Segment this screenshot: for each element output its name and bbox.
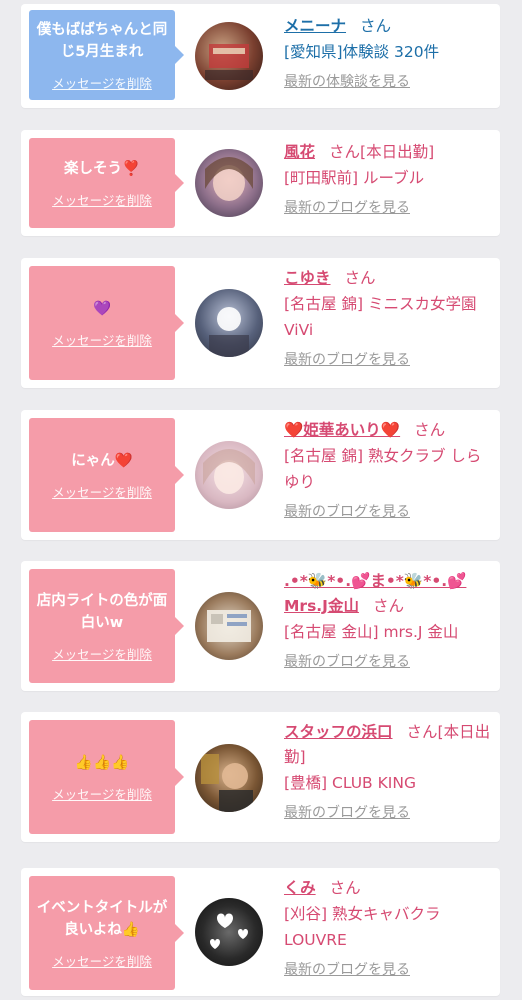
user-name-link[interactable]: スタッフの浜口 [284,723,393,741]
message-bubble: 👍👍👍 メッセージを削除 [29,720,184,834]
message-text: にゃん❤️ [71,452,133,469]
avatar-photo-icon [201,754,253,812]
honorific: さん [360,17,392,35]
avatar[interactable] [195,592,263,660]
avatar[interactable] [195,22,263,90]
avatar-photo-icon [210,913,248,949]
honorific: さん [329,879,361,897]
avatar[interactable] [195,898,263,966]
message-card: 僕もばばちゃんと同じ5月生まれ メッセージを削除 メニーナ さん [愛知県]体験談… [21,4,500,108]
latest-link[interactable]: 最新のブログを見る [284,349,492,369]
honorific: さん [414,421,446,439]
shop-info: [名古屋 金山] mrs.J 金山 [284,623,459,641]
message-bubble: 店内ライトの色が面白いw メッセージを削除 [29,569,184,683]
avatar-photo-icon [203,449,255,494]
user-name-link[interactable]: ❤️姫華あいり❤️ [284,421,400,439]
message-text: 👍👍👍 [74,754,130,771]
avatar[interactable] [195,441,263,509]
message-bubble: 💜 メッセージを削除 [29,266,184,380]
avatar-photo-icon [205,44,253,80]
avatar[interactable] [195,744,263,812]
avatar-photo-icon [205,157,253,201]
user-name-link[interactable]: 風花 [284,143,315,161]
message-text: イベントタイトルが良いよね👍 [36,899,168,938]
message-card: にゃん❤️ メッセージを削除 ❤️姫華あいり❤️ さん [名古屋 錦] 熟女クラブ… [21,410,500,540]
message-card: イベントタイトルが良いよね👍 メッセージを削除 くみ さん [刈谷] 熟女キャバク… [21,868,500,996]
shop-info: [名古屋 錦] ミニスカ女学園ViVi [284,295,477,339]
message-text: 💜 [92,300,112,317]
shop-info: [名古屋 錦] 熟女クラブ しらゆり [284,447,482,491]
message-bubble: イベントタイトルが良いよね👍 メッセージを削除 [29,876,184,990]
message-bubble: 楽しそう❣️ メッセージを削除 [29,138,184,228]
message-text: 楽しそう❣️ [63,160,141,177]
user-info: メニーナ さん [愛知県]体験談 320件 最新の体験談を見る [284,14,492,91]
message-text: 店内ライトの色が面白いw [36,592,168,631]
shop-info: [町田駅前] ルーブル [284,169,425,187]
avatar[interactable] [195,289,263,357]
delete-message-link[interactable]: メッセージを削除 [52,73,152,92]
message-card: 👍👍👍 メッセージを削除 スタッフの浜口 さん[本日出勤] [豊橋] CLUB K… [21,712,500,842]
avatar-photo-icon [209,307,249,357]
honorific: さん [372,597,404,615]
user-info: くみ さん [刈谷] 熟女キャバクラ LOUVRE 最新のブログを見る [284,876,492,979]
honorific: さん [344,269,376,287]
user-info: ❤️姫華あいり❤️ さん [名古屋 錦] 熟女クラブ しらゆり 最新のブログを見る [284,418,492,521]
delete-message-link[interactable]: メッセージを削除 [52,482,152,501]
message-bubble: 僕もばばちゃんと同じ5月生まれ メッセージを削除 [29,10,184,100]
delete-message-link[interactable]: メッセージを削除 [52,330,152,349]
user-name-link[interactable]: くみ [284,879,316,897]
latest-link[interactable]: 最新の体験談を見る [284,71,492,91]
user-info: スタッフの浜口 さん[本日出勤] [豊橋] CLUB KING 最新のブログを見る [284,720,492,822]
delete-message-link[interactable]: メッセージを削除 [52,784,152,803]
latest-link[interactable]: 最新のブログを見る [284,802,492,822]
latest-link[interactable]: 最新のブログを見る [284,651,492,671]
message-text: 僕もばばちゃんと同じ5月生まれ [36,21,168,60]
honorific: さん[本日出勤] [329,143,435,161]
user-name-link[interactable]: メニーナ [284,17,346,35]
message-bubble: にゃん❤️ メッセージを削除 [29,418,184,532]
latest-link[interactable]: 最新のブログを見る [284,197,492,217]
latest-link[interactable]: 最新のブログを見る [284,959,492,979]
shop-info: [愛知県]体験談 320件 [284,43,440,61]
shop-info: [豊橋] CLUB KING [284,774,416,792]
delete-message-link[interactable]: メッセージを削除 [52,951,152,970]
avatar[interactable] [195,149,263,217]
message-card: 店内ライトの色が面白いw メッセージを削除 .•*🐝*•.💕ま•*🐝*•.💕 M… [21,561,500,691]
user-info: こゆき さん [名古屋 錦] ミニスカ女学園ViVi 最新のブログを見る [284,266,492,369]
user-name-link[interactable]: こゆき [284,269,331,287]
message-card: 楽しそう❣️ メッセージを削除 風花 さん[本日出勤] [町田駅前] ルーブル 最… [21,130,500,236]
delete-message-link[interactable]: メッセージを削除 [52,190,152,209]
shop-info: [刈谷] 熟女キャバクラ LOUVRE [284,905,441,949]
user-info: .•*🐝*•.💕ま•*🐝*•.💕 Mrs.J金山 さん [名古屋 金山] mrs.… [284,569,492,671]
latest-link[interactable]: 最新のブログを見る [284,501,492,521]
user-info: 風花 さん[本日出勤] [町田駅前] ルーブル 最新のブログを見る [284,140,492,217]
delete-message-link[interactable]: メッセージを削除 [52,644,152,663]
message-card: 💜 メッセージを削除 こゆき さん [名古屋 錦] ミニスカ女学園ViVi 最新の… [21,258,500,388]
avatar-photo-icon [207,610,251,642]
